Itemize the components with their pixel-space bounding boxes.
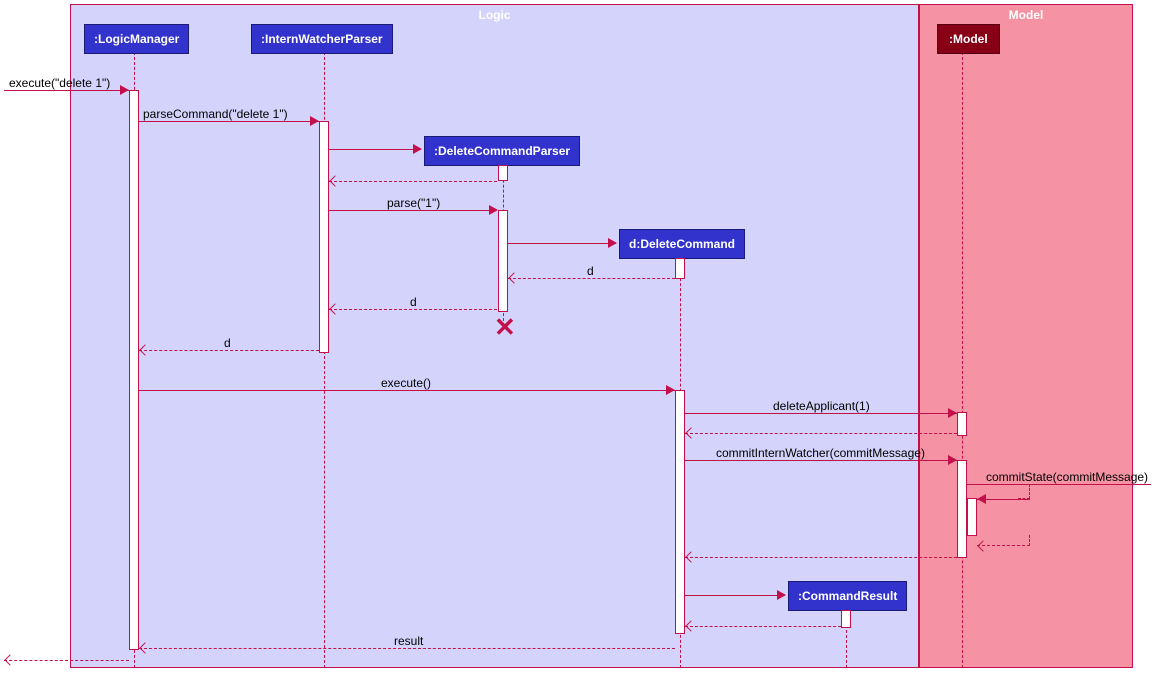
label-d3: d bbox=[224, 336, 231, 350]
arrowhead-commitinternwatcher bbox=[948, 455, 957, 465]
arrowhead-execute bbox=[666, 385, 675, 395]
logic-frame-label: Logic bbox=[71, 8, 918, 22]
label-parsecommand: parseCommand("delete 1") bbox=[143, 107, 288, 121]
arrow-parse1 bbox=[329, 210, 497, 211]
destroy-dcp-icon: ✕ bbox=[494, 314, 516, 340]
label-d1: d bbox=[587, 264, 594, 278]
activation-dcp-1 bbox=[498, 165, 508, 181]
arrow-result bbox=[139, 648, 675, 649]
arrowhead-parsecommand bbox=[310, 116, 319, 126]
selfcall-commitstate bbox=[1018, 484, 1030, 499]
label-execute-delete1: execute("delete 1") bbox=[9, 76, 110, 90]
model-frame-label: Model bbox=[920, 8, 1132, 22]
activation-internwatcherparser bbox=[319, 121, 329, 353]
arrowhead-deleteapplicant bbox=[948, 408, 957, 418]
arrow-final-return bbox=[4, 660, 129, 661]
arrow-return-d1 bbox=[508, 278, 675, 279]
participant-internwatcherparser: :InternWatcherParser bbox=[251, 24, 393, 54]
label-d2: d bbox=[410, 295, 417, 309]
arrow-return-d3 bbox=[139, 350, 319, 351]
activation-model-1 bbox=[957, 412, 967, 436]
arrow-execute-in bbox=[4, 90, 129, 91]
activation-dc-2 bbox=[675, 390, 685, 634]
arrowhead-create-commandresult bbox=[777, 590, 786, 600]
activation-dc-1 bbox=[675, 258, 685, 279]
arrow-commitinternwatcher bbox=[685, 460, 957, 461]
arrow-return-commitiw bbox=[685, 557, 957, 558]
model-frame: Model bbox=[919, 4, 1133, 668]
arrow-return-deleteapplicant bbox=[685, 433, 957, 434]
arrowhead-final-return bbox=[4, 654, 15, 665]
label-deleteapplicant: deleteApplicant(1) bbox=[773, 399, 870, 413]
participant-model: :Model bbox=[937, 24, 1000, 54]
activation-model-2 bbox=[957, 460, 967, 558]
label-execute: execute() bbox=[381, 376, 431, 390]
activation-logicmanager bbox=[129, 90, 139, 650]
lifeline-model bbox=[962, 52, 963, 668]
label-result: result bbox=[394, 634, 423, 648]
arrow-execute bbox=[139, 390, 675, 391]
arrow-create-dc bbox=[508, 243, 616, 244]
participant-logicmanager: :LogicManager bbox=[84, 24, 189, 54]
participant-commandresult: :CommandResult bbox=[788, 581, 907, 611]
arrow-create-dcp bbox=[329, 149, 421, 150]
arrow-deleteapplicant bbox=[685, 413, 957, 414]
label-commitinternwatcher: commitInternWatcher(commitMessage) bbox=[716, 446, 925, 460]
activation-commandresult bbox=[841, 610, 851, 628]
arrowhead-parse1 bbox=[489, 205, 498, 215]
activation-model-3 bbox=[967, 498, 977, 536]
label-parse1: parse("1") bbox=[387, 196, 440, 210]
label-commitstate: commitState(commitMessage) bbox=[986, 470, 1148, 484]
arrow-return-dcp-create bbox=[329, 181, 497, 182]
arrow-commitstate-out bbox=[967, 484, 1151, 485]
arrowhead-execute-in bbox=[120, 85, 129, 95]
arrow-create-commandresult bbox=[685, 595, 785, 596]
arrow-return-d2 bbox=[329, 309, 497, 310]
arrowhead-create-dc bbox=[608, 238, 617, 248]
arrowhead-commitstate-in bbox=[977, 494, 986, 504]
arrow-parsecommand bbox=[139, 121, 319, 122]
participant-deletecommandparser: :DeleteCommandParser bbox=[424, 136, 580, 166]
activation-dcp-2 bbox=[498, 210, 508, 312]
arrow-return-commandresult bbox=[685, 626, 841, 627]
participant-deletecommand: d:DeleteCommand bbox=[619, 229, 745, 259]
arrowhead-create-dcp bbox=[413, 144, 422, 154]
